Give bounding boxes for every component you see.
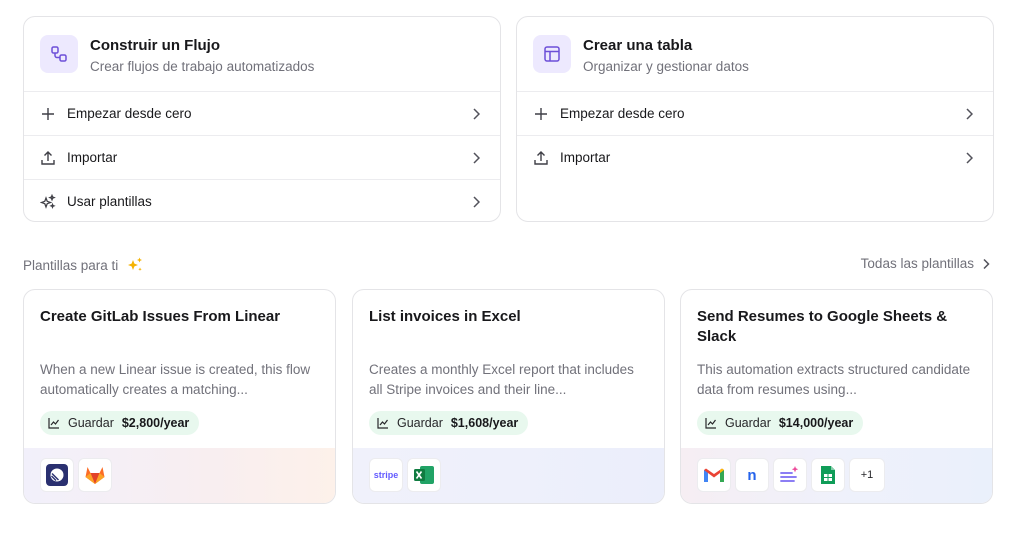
sparkles-icon [40, 194, 56, 210]
google-sheets-icon [811, 458, 845, 492]
chevron-right-icon [473, 196, 480, 208]
gmail-icon [697, 458, 731, 492]
flow-start-from-scratch[interactable]: Empezar desde cero [24, 91, 500, 135]
template-card-title: Create GitLab Issues From Linear [40, 308, 281, 325]
table-icon [533, 35, 571, 73]
chevron-right-icon [473, 108, 480, 120]
more-apps-label: +1 [860, 469, 874, 481]
flow-import[interactable]: Importar [24, 135, 500, 179]
sparkles-icon [128, 257, 143, 271]
ai-extract-icon [773, 458, 807, 492]
template-card-excel-invoices[interactable]: List invoices in Excel Creates a monthly… [352, 289, 665, 504]
upload-icon [41, 151, 55, 165]
trend-chart-icon [48, 418, 59, 429]
excel-icon [407, 458, 441, 492]
chevron-right-icon [966, 108, 973, 120]
trend-chart-icon [377, 418, 388, 429]
savings-label: Guardar [725, 416, 771, 430]
all-templates-link[interactable]: Todas las plantillas [861, 256, 990, 271]
all-templates-label: Todas las plantillas [860, 256, 974, 271]
flow-use-templates-label: Usar plantillas [67, 194, 152, 209]
flow-use-templates[interactable]: Usar plantillas [24, 179, 500, 223]
trend-chart-icon [705, 418, 716, 429]
flow-import-label: Importar [67, 150, 118, 165]
plus-icon [535, 108, 547, 120]
savings-value: $1,608/year [450, 416, 519, 430]
template-card-description: Creates a monthly Excel report that incl… [369, 362, 634, 397]
template-card-title: Send Resumes to Google Sheets & Slack [697, 308, 948, 345]
table-import[interactable]: Importar [517, 135, 993, 179]
build-flow-header: Construir un Flujo Crear flujos de traba… [24, 17, 500, 91]
create-table-header: Crear una tabla Organizar y gestionar da… [517, 17, 993, 91]
flow-icon [40, 35, 78, 73]
chevron-right-icon [966, 152, 973, 164]
plus-icon [42, 108, 54, 120]
more-apps-count: +1 [849, 458, 885, 492]
create-table-panel: Crear una tabla Organizar y gestionar da… [516, 16, 994, 222]
create-table-title: Crear una tabla [583, 37, 693, 54]
chevron-right-icon [983, 258, 990, 269]
build-flow-title: Construir un Flujo [90, 37, 220, 54]
chevron-right-icon [473, 152, 480, 164]
table-import-label: Importar [560, 150, 611, 165]
templates-for-you-heading: Plantillas para ti [23, 256, 144, 274]
template-card-description: This automation extracts structured cand… [697, 362, 971, 397]
table-start-from-scratch-label: Empezar desde cero [560, 106, 685, 121]
build-flow-panel: Construir un Flujo Crear flujos de traba… [23, 16, 501, 222]
template-card-apps: n +1 [681, 448, 992, 503]
gitlab-icon [78, 458, 112, 492]
savings-badge: Guardar $1,608/year [369, 411, 529, 435]
template-card-description: When a new Linear issue is created, this… [40, 362, 311, 397]
template-card-gitlab-linear[interactable]: Create GitLab Issues From Linear When a … [23, 289, 336, 504]
stripe-logo-text: stripe [373, 470, 399, 480]
savings-badge: Guardar $2,800/year [40, 411, 200, 435]
template-card-apps [24, 448, 335, 503]
template-card-resumes-sheets-slack[interactable]: Send Resumes to Google Sheets & Slack Th… [680, 289, 993, 504]
upload-icon [534, 151, 548, 165]
template-card-title: List invoices in Excel [369, 308, 521, 325]
templates-for-you-label: Plantillas para ti [23, 257, 119, 273]
stripe-icon: stripe [369, 458, 403, 492]
create-table-subtitle: Organizar y gestionar datos [583, 59, 749, 74]
savings-label: Guardar [68, 416, 114, 430]
savings-label: Guardar [397, 416, 443, 430]
savings-value: $14,000/year [778, 416, 854, 430]
build-flow-subtitle: Crear flujos de trabajo automatizados [90, 59, 315, 74]
savings-badge: Guardar $14,000/year [697, 411, 864, 435]
linear-icon [40, 458, 74, 492]
flow-start-from-scratch-label: Empezar desde cero [67, 106, 192, 121]
table-start-from-scratch[interactable]: Empezar desde cero [517, 91, 993, 135]
savings-value: $2,800/year [121, 416, 190, 430]
monday-icon: n [735, 458, 769, 492]
template-card-apps: stripe [353, 448, 664, 503]
